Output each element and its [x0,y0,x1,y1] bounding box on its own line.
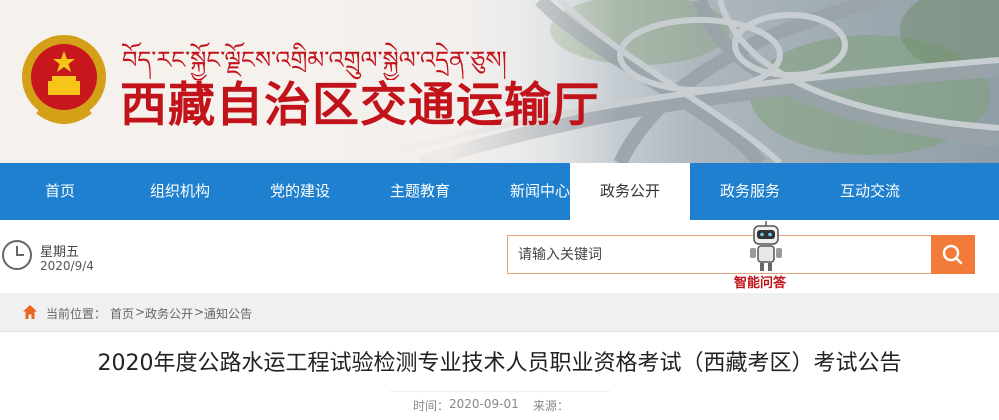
nav-item-theme-education[interactable]: 主题教育 [360,163,480,220]
search-box [507,235,931,274]
meta-divider [390,391,610,392]
main-nav: 首页 组织机构 党的建设 主题教育 新闻中心 政务公开 政务服务 互动交流 [0,163,999,220]
search-icon [942,244,963,265]
svg-text:བོད་རང་སྐྱོང་ལྗོངས་འགྲིམ་འགྲུལ: བོད་རང་སྐྱོང་ལྗོངས་འགྲིམ་འགྲུལ་སྐྱེལ་འདྲ… [122,42,507,80]
tibetan-title: བོད་རང་སྐྱོང་ལྗོངས་འགྲིམ་འགྲུལ་སྐྱེལ་འདྲ… [122,42,507,80]
current-date: 2020/9/4 [40,259,94,273]
weekday: 星期五 [40,245,80,260]
nav-item-interaction[interactable]: 互动交流 [810,163,930,220]
breadcrumb: 当前位置： 首页 > 政务公开 > 通知公告 [0,293,999,332]
nav-item-government-affairs[interactable]: 政务公开 [570,163,690,220]
search-button[interactable] [931,235,975,274]
publish-time-label: 时间： [413,399,450,413]
clock-icon [2,240,32,270]
source-label: 来源： [533,399,570,413]
header-banner: བོད་རང་སྐྱོང་ལྗོངས་འགྲིམ་འགྲུལ་སྐྱེལ་འདྲ… [0,0,999,163]
smart-qa-label[interactable]: 智能问答 [734,272,786,291]
robot-icon[interactable] [747,220,785,272]
breadcrumb-separator: > [135,305,146,319]
breadcrumb-item-notices[interactable]: 通知公告 [204,305,252,322]
breadcrumb-separator: > [194,305,205,319]
search-input[interactable] [508,236,858,273]
toolbar: 星期五 2020/9/4 智能问答 [0,220,999,293]
breadcrumb-prefix: 当前位置： [46,307,107,321]
nav-item-home[interactable]: 首页 [0,163,120,220]
national-emblem-icon [22,35,106,124]
breadcrumb-item-government-affairs[interactable]: 政务公开 [145,305,193,322]
nav-item-party[interactable]: 党的建设 [240,163,360,220]
home-icon [23,305,37,319]
nav-item-services[interactable]: 政务服务 [690,163,810,220]
breadcrumb-item-home[interactable]: 首页 [110,305,134,322]
article-title: 2020年度公路水运工程试验检测专业技术人员职业资格考试（西藏考区）考试公告 [97,351,902,376]
site-title: 西藏自治区交通运输厅 [120,78,600,133]
publish-time-value: 2020-09-01 [449,397,519,411]
nav-item-organization[interactable]: 组织机构 [120,163,240,220]
